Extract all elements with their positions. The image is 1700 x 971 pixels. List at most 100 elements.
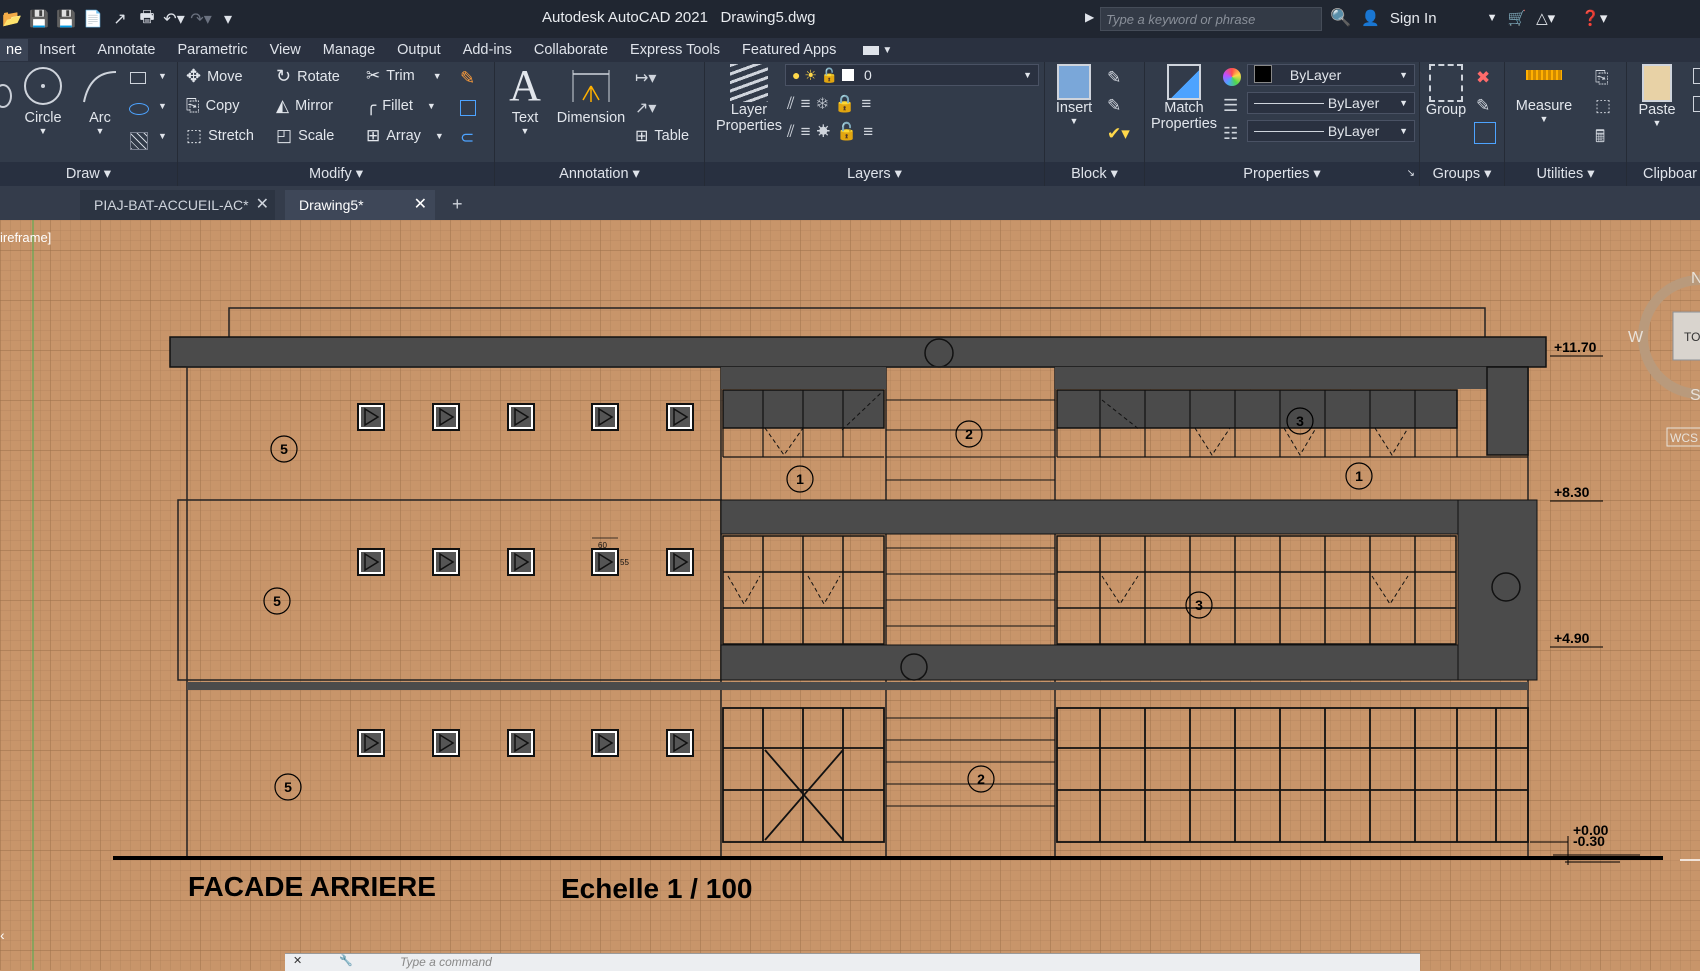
- leader-icon[interactable]: ↗▾: [635, 98, 656, 118]
- command-line[interactable]: ✕ 🔧 Type a command: [285, 953, 1420, 971]
- offset-icon[interactable]: ⊂: [460, 128, 474, 148]
- edit-attributes-icon[interactable]: ✔▾: [1107, 124, 1130, 144]
- circle-tool[interactable]: Circle ▼: [18, 66, 68, 136]
- a360-icon[interactable]: △▾: [1536, 9, 1555, 27]
- document-tab[interactable]: PIAJ-BAT-ACCUEIL-AC* ✕: [80, 190, 275, 220]
- fillet-tool[interactable]: ╭ Fillet ▼: [366, 96, 436, 116]
- measure-tool[interactable]: Measure ▼: [1509, 70, 1579, 124]
- array-tool[interactable]: ⊞ Array ▼: [366, 126, 444, 146]
- group-edit-icon[interactable]: ✎: [1476, 96, 1490, 116]
- save-as-icon[interactable]: 💾: [56, 9, 76, 29]
- mirror-tool[interactable]: ◭ Mirror: [276, 96, 333, 116]
- layer-properties-tool[interactable]: Layer Properties: [709, 64, 789, 134]
- ribbon-minimize-dropdown-icon[interactable]: ▼: [882, 45, 892, 56]
- group-select-icon[interactable]: [1474, 122, 1496, 144]
- erase-icon[interactable]: ✎: [460, 68, 475, 89]
- ribbon-minimize-icon[interactable]: [863, 45, 880, 55]
- command-close-icon[interactable]: ✕: [293, 954, 302, 967]
- rotate-tool[interactable]: ↻ Rotate: [276, 66, 340, 87]
- layer-off-icon[interactable]: ⫽: [787, 94, 801, 113]
- tab-collaborate[interactable]: Collaborate: [523, 42, 619, 58]
- arc-tool[interactable]: Arc ▼: [78, 66, 122, 136]
- viewport-label[interactable]: ireframe]: [0, 230, 51, 245]
- tab-output[interactable]: Output: [386, 42, 452, 58]
- group-tool[interactable]: Group: [1422, 64, 1470, 118]
- paste-tool[interactable]: Paste ▼: [1631, 64, 1683, 128]
- create-block-icon[interactable]: ✎: [1107, 68, 1121, 88]
- undo-icon[interactable]: ↶▾: [163, 9, 184, 29]
- open-web-icon[interactable]: 📄: [83, 9, 103, 29]
- tab-view[interactable]: View: [259, 42, 312, 58]
- layer-lock-icon[interactable]: 🔒: [834, 94, 861, 113]
- new-tab-icon[interactable]: +: [452, 194, 463, 215]
- layer-freeze-icon[interactable]: ❄: [817, 94, 835, 113]
- tab-annotate[interactable]: Annotate: [86, 42, 166, 58]
- layers-panel-label[interactable]: Layers ▾: [705, 162, 1044, 186]
- layer-unlock-icon[interactable]: 🔓: [836, 122, 863, 141]
- utilities-panel-label[interactable]: Utilities ▾: [1505, 162, 1626, 186]
- stretch-tool[interactable]: ⬚ Stretch: [186, 126, 254, 146]
- linetype-dropdown[interactable]: ByLayer ▼: [1247, 120, 1415, 142]
- open-icon[interactable]: 📂: [2, 9, 22, 29]
- search-expand-icon[interactable]: ▶: [1085, 10, 1094, 24]
- copy-tool[interactable]: ⎘ Copy: [186, 96, 239, 116]
- cut-clip-icon[interactable]: [1693, 96, 1700, 112]
- command-settings-icon[interactable]: 🔧: [339, 954, 353, 967]
- publish-icon[interactable]: ↗: [110, 9, 130, 29]
- customize-qat-icon[interactable]: ▾: [218, 9, 238, 29]
- command-input[interactable]: Type a command: [400, 955, 492, 969]
- table-tool[interactable]: ⊞ Table: [635, 126, 689, 146]
- trim-tool[interactable]: ✂ Trim ▼: [366, 66, 442, 86]
- close-icon[interactable]: ✕: [414, 190, 427, 220]
- move-tool[interactable]: ✥ Move: [186, 66, 243, 87]
- scale-tool[interactable]: ◰ Scale: [276, 126, 334, 146]
- annotation-panel-label[interactable]: Annotation ▾: [495, 162, 704, 186]
- dimension-tool[interactable]: Dimension: [551, 66, 631, 126]
- document-tab-active[interactable]: Drawing5* ✕: [285, 190, 435, 220]
- ellipse-icon[interactable]: [129, 103, 149, 115]
- text-tool[interactable]: A Text ▼: [505, 62, 545, 137]
- tab-home[interactable]: ne: [0, 39, 29, 61]
- properties-panel-label[interactable]: Properties ▾ ↘: [1145, 162, 1419, 186]
- cart-icon[interactable]: 🛒: [1507, 9, 1526, 27]
- help-icon[interactable]: ❓▾: [1581, 9, 1607, 27]
- tab-express-tools[interactable]: Express Tools: [619, 42, 731, 58]
- draw-panel-label[interactable]: Draw ▾: [0, 162, 177, 186]
- layer-on-icon[interactable]: ⫽: [787, 122, 801, 141]
- layer-match-icon[interactable]: ≡: [861, 94, 877, 113]
- drawing-canvas[interactable]: 60 55 5 5 5 1 1 2 2 3 3 +11.70 +8.30 +4.…: [0, 220, 1700, 970]
- edit-block-icon[interactable]: ✎: [1107, 96, 1121, 116]
- layer-walk-icon[interactable]: ≡: [863, 122, 879, 141]
- lineweight-dropdown[interactable]: ByLayer ▼: [1247, 92, 1415, 114]
- quick-select-icon[interactable]: ⎘: [1595, 68, 1609, 88]
- object-color-dropdown[interactable]: ByLayer ▼: [1247, 64, 1415, 86]
- copy-clip-icon[interactable]: [1693, 68, 1700, 84]
- tab-parametric[interactable]: Parametric: [166, 42, 258, 58]
- layer-thaw-icon[interactable]: ☀: [817, 122, 837, 141]
- sign-in-link[interactable]: Sign In: [1390, 10, 1437, 27]
- block-panel-label[interactable]: Block ▾: [1045, 162, 1144, 186]
- search-input[interactable]: Type a keyword or phrase: [1100, 7, 1322, 31]
- groups-panel-label[interactable]: Groups ▾: [1420, 162, 1504, 186]
- select-all-icon[interactable]: ⬚: [1595, 96, 1611, 116]
- layer-isolate-icon[interactable]: ≡: [801, 94, 817, 113]
- tab-featured-apps[interactable]: Featured Apps: [731, 42, 847, 58]
- insert-tool[interactable]: Insert ▼: [1049, 64, 1099, 126]
- hatch-icon[interactable]: [130, 132, 148, 150]
- linear-dim-icon[interactable]: ↦▾: [635, 68, 656, 88]
- modify-panel-label[interactable]: Modify ▾: [178, 162, 494, 186]
- search-icon[interactable]: 🔍: [1330, 8, 1351, 28]
- layer-unisolate-icon[interactable]: ≡: [801, 122, 817, 141]
- calculator-icon[interactable]: 🖩: [1595, 124, 1605, 153]
- polyline-icon[interactable]: [0, 84, 12, 108]
- plot-icon[interactable]: 🖶: [137, 9, 157, 29]
- tab-add-ins[interactable]: Add-ins: [452, 42, 523, 58]
- match-properties-tool[interactable]: Match Properties: [1149, 64, 1219, 132]
- clipboard-panel-label[interactable]: Clipboar: [1627, 162, 1700, 186]
- tab-insert[interactable]: Insert: [28, 42, 86, 58]
- layer-dropdown[interactable]: ● ☀ 🔓 0 ▼: [785, 64, 1039, 86]
- close-icon[interactable]: ✕: [256, 190, 269, 220]
- save-icon[interactable]: 💾: [29, 9, 49, 29]
- explode-icon[interactable]: [460, 100, 476, 116]
- ungroup-icon[interactable]: ✖: [1476, 68, 1490, 88]
